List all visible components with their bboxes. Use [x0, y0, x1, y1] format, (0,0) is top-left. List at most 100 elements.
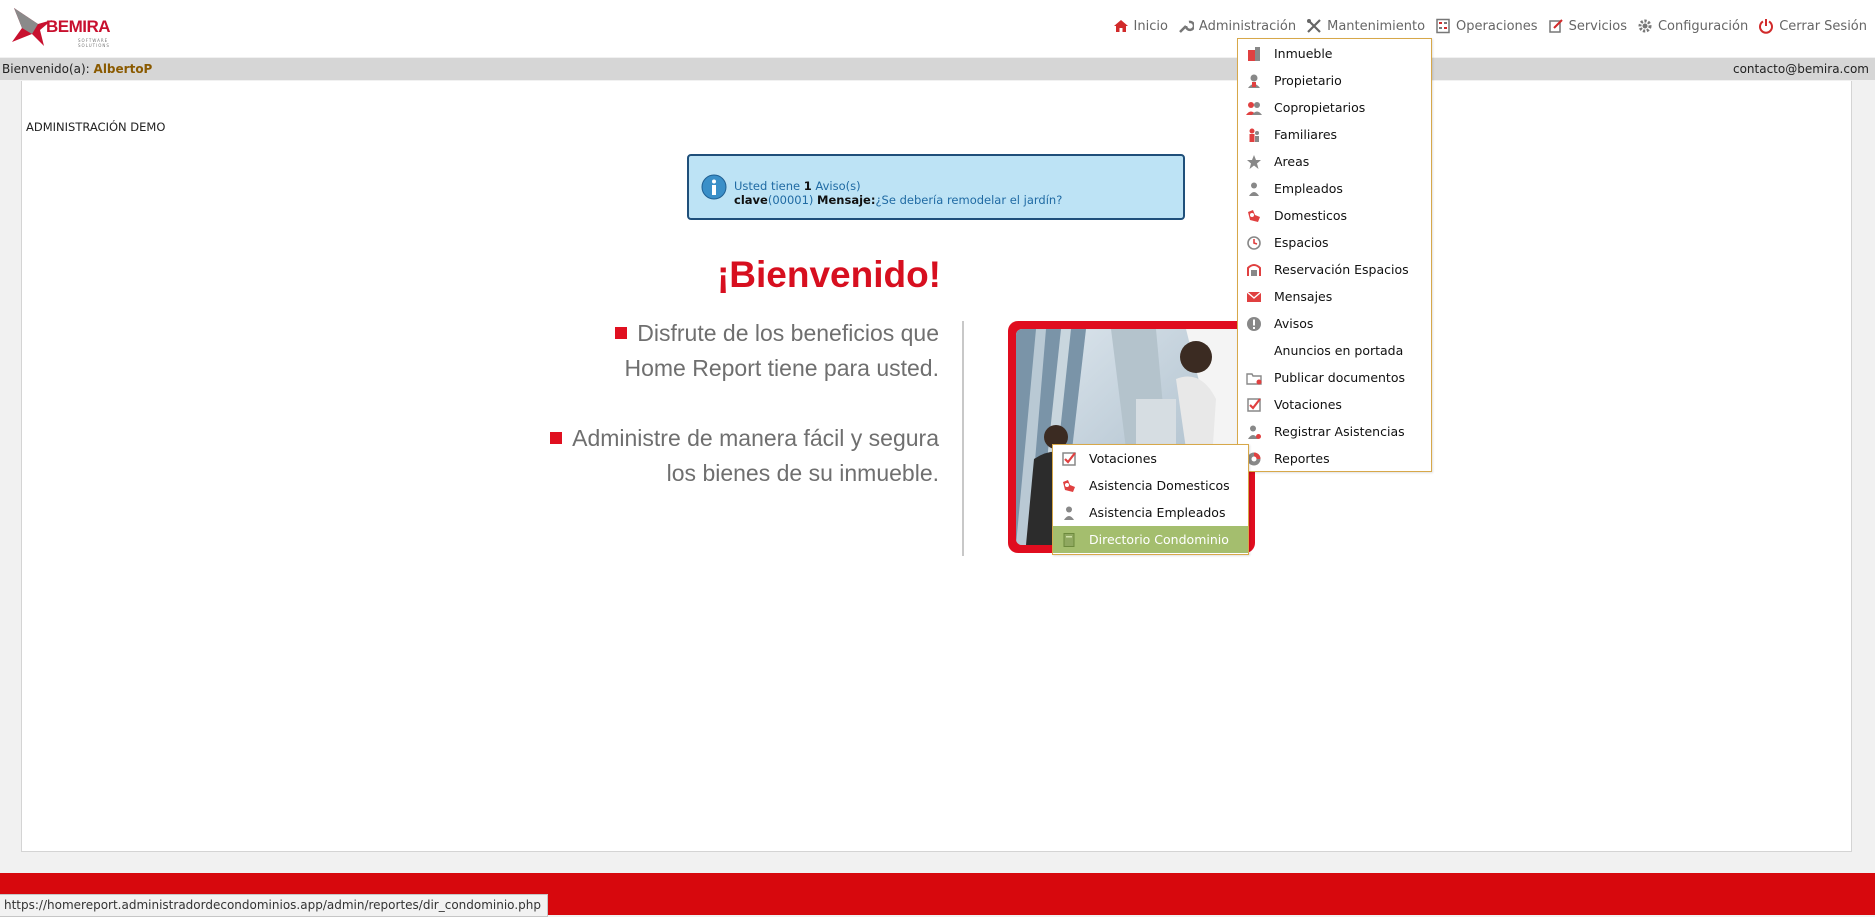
calculator-icon [1436, 18, 1450, 34]
submenu-item-label: Directorio Condominio [1089, 532, 1229, 547]
username: AlbertoP [93, 62, 153, 76]
menu-item-label: Reservación Espacios [1274, 262, 1409, 277]
home-icon [1113, 20, 1128, 32]
reservation-icon [1247, 263, 1261, 276]
checkbox-icon [1062, 451, 1076, 466]
menu-item-label: Propietario [1274, 73, 1342, 88]
menu-item-familiares[interactable]: Familiares [1238, 121, 1431, 148]
submenu-item-label: Asistencia Empleados [1089, 505, 1226, 520]
alert-icon [1247, 316, 1261, 331]
employee-icon [1249, 182, 1259, 196]
notice-key-label: clave [734, 193, 768, 207]
menu-item-label: Familiares [1274, 127, 1338, 142]
nav-inicio[interactable]: Inicio [1111, 18, 1170, 34]
notice-message-link[interactable]: ¿Se debería remodelar el jardín? [875, 193, 1062, 207]
nav-cerrar-sesion[interactable]: Cerrar Sesión [1756, 18, 1869, 34]
menu-item-anuncios-en-portada[interactable]: Anuncios en portada [1238, 337, 1431, 364]
menu-item-label: Reportes [1274, 451, 1330, 466]
bemira-logo[interactable]: BEMIRA SOFTWARE SOLUTIONS [8, 6, 138, 48]
menu-item-espacios[interactable]: Espacios [1238, 229, 1431, 256]
main-nav: Inicio Administración Mantenimiento Oper… [1111, 15, 1869, 37]
welcome-prefix: Bienvenido(a): [2, 62, 90, 76]
nav-operaciones-label: Operaciones [1456, 18, 1538, 34]
menu-item-copropietarios[interactable]: Copropietarios [1238, 94, 1431, 121]
benefit-1-line-1: Disfrute de los beneficios que [637, 320, 939, 346]
mail-icon [1246, 290, 1262, 302]
submenu-item-asistencia-domesticos[interactable]: Asistencia Domesticos [1053, 472, 1248, 499]
menu-item-reportes[interactable]: Reportes [1238, 445, 1431, 472]
nav-configuracion[interactable]: Configuración [1635, 18, 1750, 34]
menu-item-label: Domesticos [1274, 208, 1348, 223]
menu-item-label: Publicar documentos [1274, 370, 1405, 385]
benefit-1: Disfrute de los beneficios que Home Repo… [615, 316, 939, 386]
top-bar: BEMIRA SOFTWARE SOLUTIONS Inicio Adminis… [0, 0, 1875, 57]
menu-item-label: Copropietarios [1274, 100, 1366, 115]
notice-summary: Usted tiene 1 Aviso(s) [734, 179, 861, 193]
menu-item-label: Anuncios en portada [1274, 343, 1404, 358]
co-owners-icon [1246, 101, 1262, 115]
notice-key-value: (00001) [767, 193, 814, 207]
domestic-icon [1248, 209, 1260, 222]
clock-icon [1247, 235, 1261, 250]
menu-item-label: Espacios [1274, 235, 1329, 250]
submenu-item-votaciones[interactable]: Votaciones [1053, 445, 1248, 472]
menu-item-propietario[interactable]: Propietario [1238, 67, 1431, 94]
nav-mantenimiento-label: Mantenimiento [1327, 18, 1426, 34]
menu-item-label: Areas [1274, 154, 1310, 169]
menu-item-label: Inmueble [1274, 46, 1333, 61]
menu-item-inmueble[interactable]: Inmueble [1238, 40, 1431, 67]
owner-icon [1248, 74, 1260, 88]
menu-item-votaciones[interactable]: Votaciones [1238, 391, 1431, 418]
menu-item-mensajes[interactable]: Mensajes [1238, 283, 1431, 310]
family-icon [1249, 128, 1259, 142]
welcome-title: ¡Bienvenido! [716, 254, 941, 295]
nav-servicios-label: Servicios [1568, 18, 1627, 34]
logo-text: BEMIRA [46, 17, 111, 36]
nav-administracion[interactable]: Administración [1176, 18, 1298, 34]
notice-count: 1 [803, 179, 812, 193]
benefit-2-line-2: los bienes de su inmueble. [666, 460, 939, 486]
employee-icon [1064, 506, 1074, 520]
menu-item-label: Mensajes [1274, 289, 1333, 304]
tools-icon [1307, 19, 1321, 33]
logo-tagline: SOFTWARE SOLUTIONS [78, 38, 110, 48]
star-icon [1247, 154, 1261, 169]
welcome-bar: Bienvenido(a): AlbertoP contacto@bemira.… [0, 58, 1875, 80]
menu-item-avisos[interactable]: Avisos [1238, 310, 1431, 337]
status-bar-url: https://homereport.administradordecondom… [0, 894, 548, 917]
reportes-submenu: Votaciones Asistencia Domesticos Asisten… [1052, 444, 1249, 555]
nav-servicios[interactable]: Servicios [1546, 18, 1629, 34]
nav-mantenimiento[interactable]: Mantenimiento [1304, 18, 1427, 34]
notice-message-label: Mensaje: [817, 193, 876, 207]
nav-operaciones[interactable]: Operaciones [1433, 18, 1540, 34]
menu-item-label: Avisos [1274, 316, 1314, 331]
building-icon [1248, 46, 1260, 61]
welcome-text: Bienvenido(a): AlbertoP [2, 62, 152, 76]
menu-item-reservacion-espacios[interactable]: Reservación Espacios [1238, 256, 1431, 283]
contact-email[interactable]: contacto@bemira.com [1733, 62, 1869, 76]
edit-icon [1548, 19, 1563, 33]
submenu-item-directorio-condominio[interactable]: Directorio Condominio [1053, 526, 1248, 553]
directory-icon [1063, 532, 1075, 547]
benefit-2-line-1: Administre de manera fácil y segura [572, 425, 939, 451]
info-icon [701, 174, 727, 200]
menu-item-label: Votaciones [1274, 397, 1342, 412]
org-name: ADMINISTRACIÓN DEMO [26, 120, 166, 134]
menu-item-empleados[interactable]: Empleados [1238, 175, 1431, 202]
notice-detail: clave(00001) Mensaje:¿Se debería remodel… [734, 193, 1062, 207]
power-icon [1759, 19, 1774, 34]
notice-box: Usted tiene 1 Aviso(s) clave(00001) Mens… [687, 154, 1185, 220]
submenu-item-asistencia-empleados[interactable]: Asistencia Empleados [1053, 499, 1248, 526]
benefit-1-line-2: Home Report tiene para usted. [624, 355, 939, 381]
divider [962, 321, 964, 556]
bullet-icon [615, 327, 628, 339]
administracion-dropdown: Inmueble Propietario Copropietarios Fami… [1237, 38, 1432, 472]
notice-suffix: Aviso(s) [815, 179, 861, 193]
menu-item-registrar-asistencias[interactable]: Registrar Asistencias [1238, 418, 1431, 445]
gear-icon [1638, 19, 1652, 33]
menu-item-areas[interactable]: Areas [1238, 148, 1431, 175]
domestic-icon [1063, 479, 1075, 492]
menu-item-domesticos[interactable]: Domesticos [1238, 202, 1431, 229]
menu-item-publicar-documentos[interactable]: Publicar documentos [1238, 364, 1431, 391]
attendance-icon [1248, 425, 1261, 439]
